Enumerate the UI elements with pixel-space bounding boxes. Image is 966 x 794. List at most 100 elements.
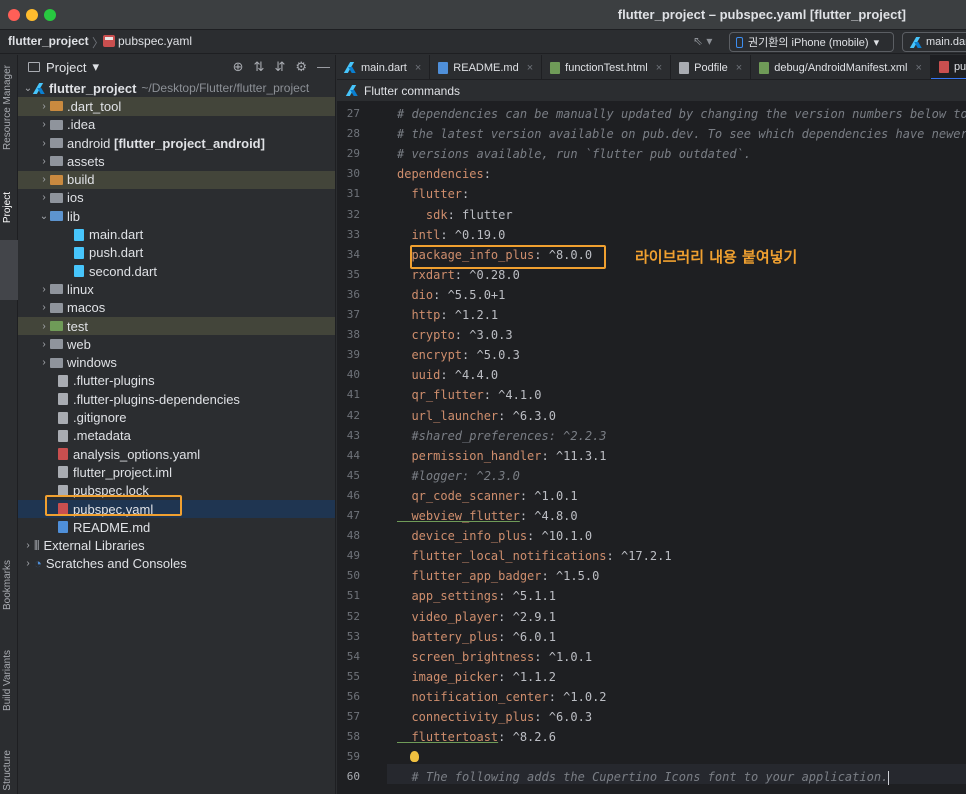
yaml-comment: # dependencies can be manually updated b…: [397, 107, 966, 121]
zoom-window-button[interactable]: [44, 9, 56, 21]
phone-icon: [736, 36, 743, 48]
tree-item-build[interactable]: › build: [18, 170, 335, 189]
code-line: http: ^1.2.1: [397, 305, 498, 325]
folder-icon: [50, 192, 63, 203]
tree-item-metadata[interactable]: .metadata: [18, 427, 335, 445]
close-icon[interactable]: ×: [415, 62, 421, 74]
tree-root[interactable]: ⌄ flutter_project ~/Desktop/Flutter/flut…: [18, 79, 335, 97]
run-config-selector[interactable]: main.dart: [902, 32, 966, 52]
tree-item-readme[interactable]: README.md: [18, 518, 335, 536]
tree-item-gitignore[interactable]: .gitignore: [18, 408, 335, 426]
chevron-down-icon: ⌄: [23, 82, 33, 94]
gear-icon[interactable]: ⚙: [295, 59, 307, 75]
tab-android-manifest[interactable]: debug/AndroidManifest.xml ×: [751, 55, 931, 79]
folder-icon: [50, 211, 63, 222]
structure-tool[interactable]: Structure: [2, 750, 13, 791]
tab-podfile[interactable]: Podfile ×: [671, 55, 752, 79]
yaml-value: : ^1.5.0: [541, 569, 600, 584]
line-number: 39: [346, 348, 360, 362]
project-panel-header: Project ▾ ⊕ ⇅ ⇵ ⚙ —: [18, 55, 335, 79]
resource-manager-tool[interactable]: Resource Manager: [2, 65, 13, 150]
tree-item-flutter-project-iml[interactable]: flutter_project.iml: [18, 463, 335, 481]
tree-item-dart-tool[interactable]: › .dart_tool: [18, 97, 335, 116]
tree-item-macos[interactable]: › macos: [18, 299, 335, 317]
line-number: 57: [346, 710, 360, 723]
line-number: 49: [346, 549, 360, 563]
build-variants-tool[interactable]: Build Variants: [2, 650, 13, 711]
tree-item-android[interactable]: › android [flutter_project_android]: [18, 134, 335, 152]
breadcrumb-project[interactable]: flutter_project: [8, 34, 89, 48]
tree-item-scratches[interactable]: › ◔ Scratches and Consoles: [18, 555, 335, 573]
bookmarks-tool[interactable]: Bookmarks: [2, 560, 13, 610]
tree-item-lib[interactable]: ⌄ lib: [18, 207, 335, 225]
close-icon[interactable]: ×: [916, 62, 922, 74]
tree-item-external-libraries[interactable]: › ⫴ External Libraries: [18, 537, 335, 555]
tree-item-test[interactable]: › test: [18, 316, 335, 336]
line-number: 32: [346, 207, 360, 221]
text-caret: [888, 770, 890, 785]
tree-item-idea[interactable]: › .idea: [18, 116, 335, 134]
tab-readme[interactable]: README.md ×: [430, 55, 543, 79]
flutter-commands-bar: Flutter commands: [337, 80, 966, 102]
project-tool[interactable]: Project: [2, 192, 13, 223]
code-editor[interactable]: 27 28 29 30 31 32 33 34 35 36 37 38 39 40 41 42 43 44 45 46…: [337, 102, 966, 794]
close-icon[interactable]: ×: [736, 62, 742, 74]
close-icon[interactable]: ×: [527, 62, 533, 74]
yaml-key: flutter_local_notifications: [397, 549, 607, 564]
tree-item-assets[interactable]: › assets: [18, 152, 335, 170]
yaml-value: : flutter: [447, 207, 513, 222]
tree-item-web[interactable]: › web: [18, 335, 335, 353]
project-view-selector[interactable]: Project: [46, 60, 86, 75]
tab-main-dart[interactable]: main.dart ×: [337, 55, 431, 79]
tree-item-ios[interactable]: › ios: [18, 189, 335, 207]
code-line: encrypt: ^5.0.3: [397, 345, 519, 365]
yaml-value: : ^0.19.0: [440, 227, 506, 242]
vcs-arrow-icon[interactable]: ⇖ ▾: [693, 34, 712, 48]
close-window-button[interactable]: [8, 9, 20, 21]
tree-item-flutter-plugins-dependencies[interactable]: .flutter-plugins-dependencies: [18, 390, 335, 408]
code-line: flutter_local_notifications: ^17.2.1: [397, 546, 671, 566]
tab-pubspec-yaml[interactable]: pubspec.yaml: [930, 55, 966, 79]
tree-item-analysis-options[interactable]: analysis_options.yaml: [18, 445, 335, 463]
left-tool-strip: Resource Manager Project Bookmarks Build…: [0, 55, 18, 794]
line-gutter: 27 28 29 30 31 32 33 34 35 36 37 38 39 40 41 42 43 44 45 46…: [337, 102, 387, 794]
yaml-key: webview_flutter: [397, 509, 520, 523]
yaml-value: : ^4.4.0: [440, 368, 499, 383]
code-line: # the latest version available on pub.de…: [397, 124, 966, 144]
yaml-value: : ^0.28.0: [454, 267, 520, 282]
dart-file-icon: [74, 228, 84, 241]
folder-icon: [50, 174, 63, 185]
tree-item-linux[interactable]: › linux: [18, 280, 335, 298]
lightbulb-icon[interactable]: [410, 751, 419, 762]
hide-icon[interactable]: —: [317, 59, 330, 75]
dart-file-icon: [74, 265, 84, 278]
expand-all-icon[interactable]: ⇅: [254, 59, 265, 75]
yaml-value: : ^2.9.1: [498, 609, 556, 624]
yaml-value: : ^4.8.0: [519, 509, 578, 523]
tree-item-second-dart[interactable]: second.dart: [18, 262, 335, 280]
line-number: 59: [346, 750, 360, 764]
tree-item-windows[interactable]: › windows: [18, 354, 335, 372]
yaml-value: : ^8.2.6: [498, 730, 556, 745]
tree-item-flutter-plugins[interactable]: .flutter-plugins: [18, 372, 335, 390]
tree-item-push-dart[interactable]: push.dart: [18, 244, 335, 262]
line-number: 35: [346, 267, 360, 281]
chevron-down-icon[interactable]: ▾: [92, 59, 99, 75]
collapse-all-icon[interactable]: ⇵: [274, 59, 285, 75]
code-line: image_picker: ^1.1.2: [397, 667, 556, 687]
flutter-commands-link[interactable]: Flutter commands: [364, 84, 460, 98]
line-number: 34: [346, 247, 360, 261]
locate-icon[interactable]: ⊕: [233, 59, 244, 75]
line-number: 38: [346, 328, 360, 342]
code-line: sdk: flutter: [397, 205, 513, 225]
breadcrumb-file[interactable]: pubspec.yaml: [103, 34, 192, 48]
breadcrumb-file-label: pubspec.yaml: [118, 34, 193, 48]
minimize-window-button[interactable]: [26, 9, 38, 21]
tree-item-main-dart[interactable]: main.dart: [18, 225, 335, 243]
device-selector[interactable]: 권기환의 iPhone (mobile) ▾: [729, 32, 894, 52]
tab-function-test[interactable]: functionTest.html ×: [542, 55, 672, 79]
code-line: flutter:: [397, 184, 469, 204]
close-icon[interactable]: ×: [656, 62, 662, 74]
yaml-value: : ^1.0.1: [519, 488, 578, 503]
code-line: connectivity_plus: ^6.0.3: [397, 707, 592, 727]
